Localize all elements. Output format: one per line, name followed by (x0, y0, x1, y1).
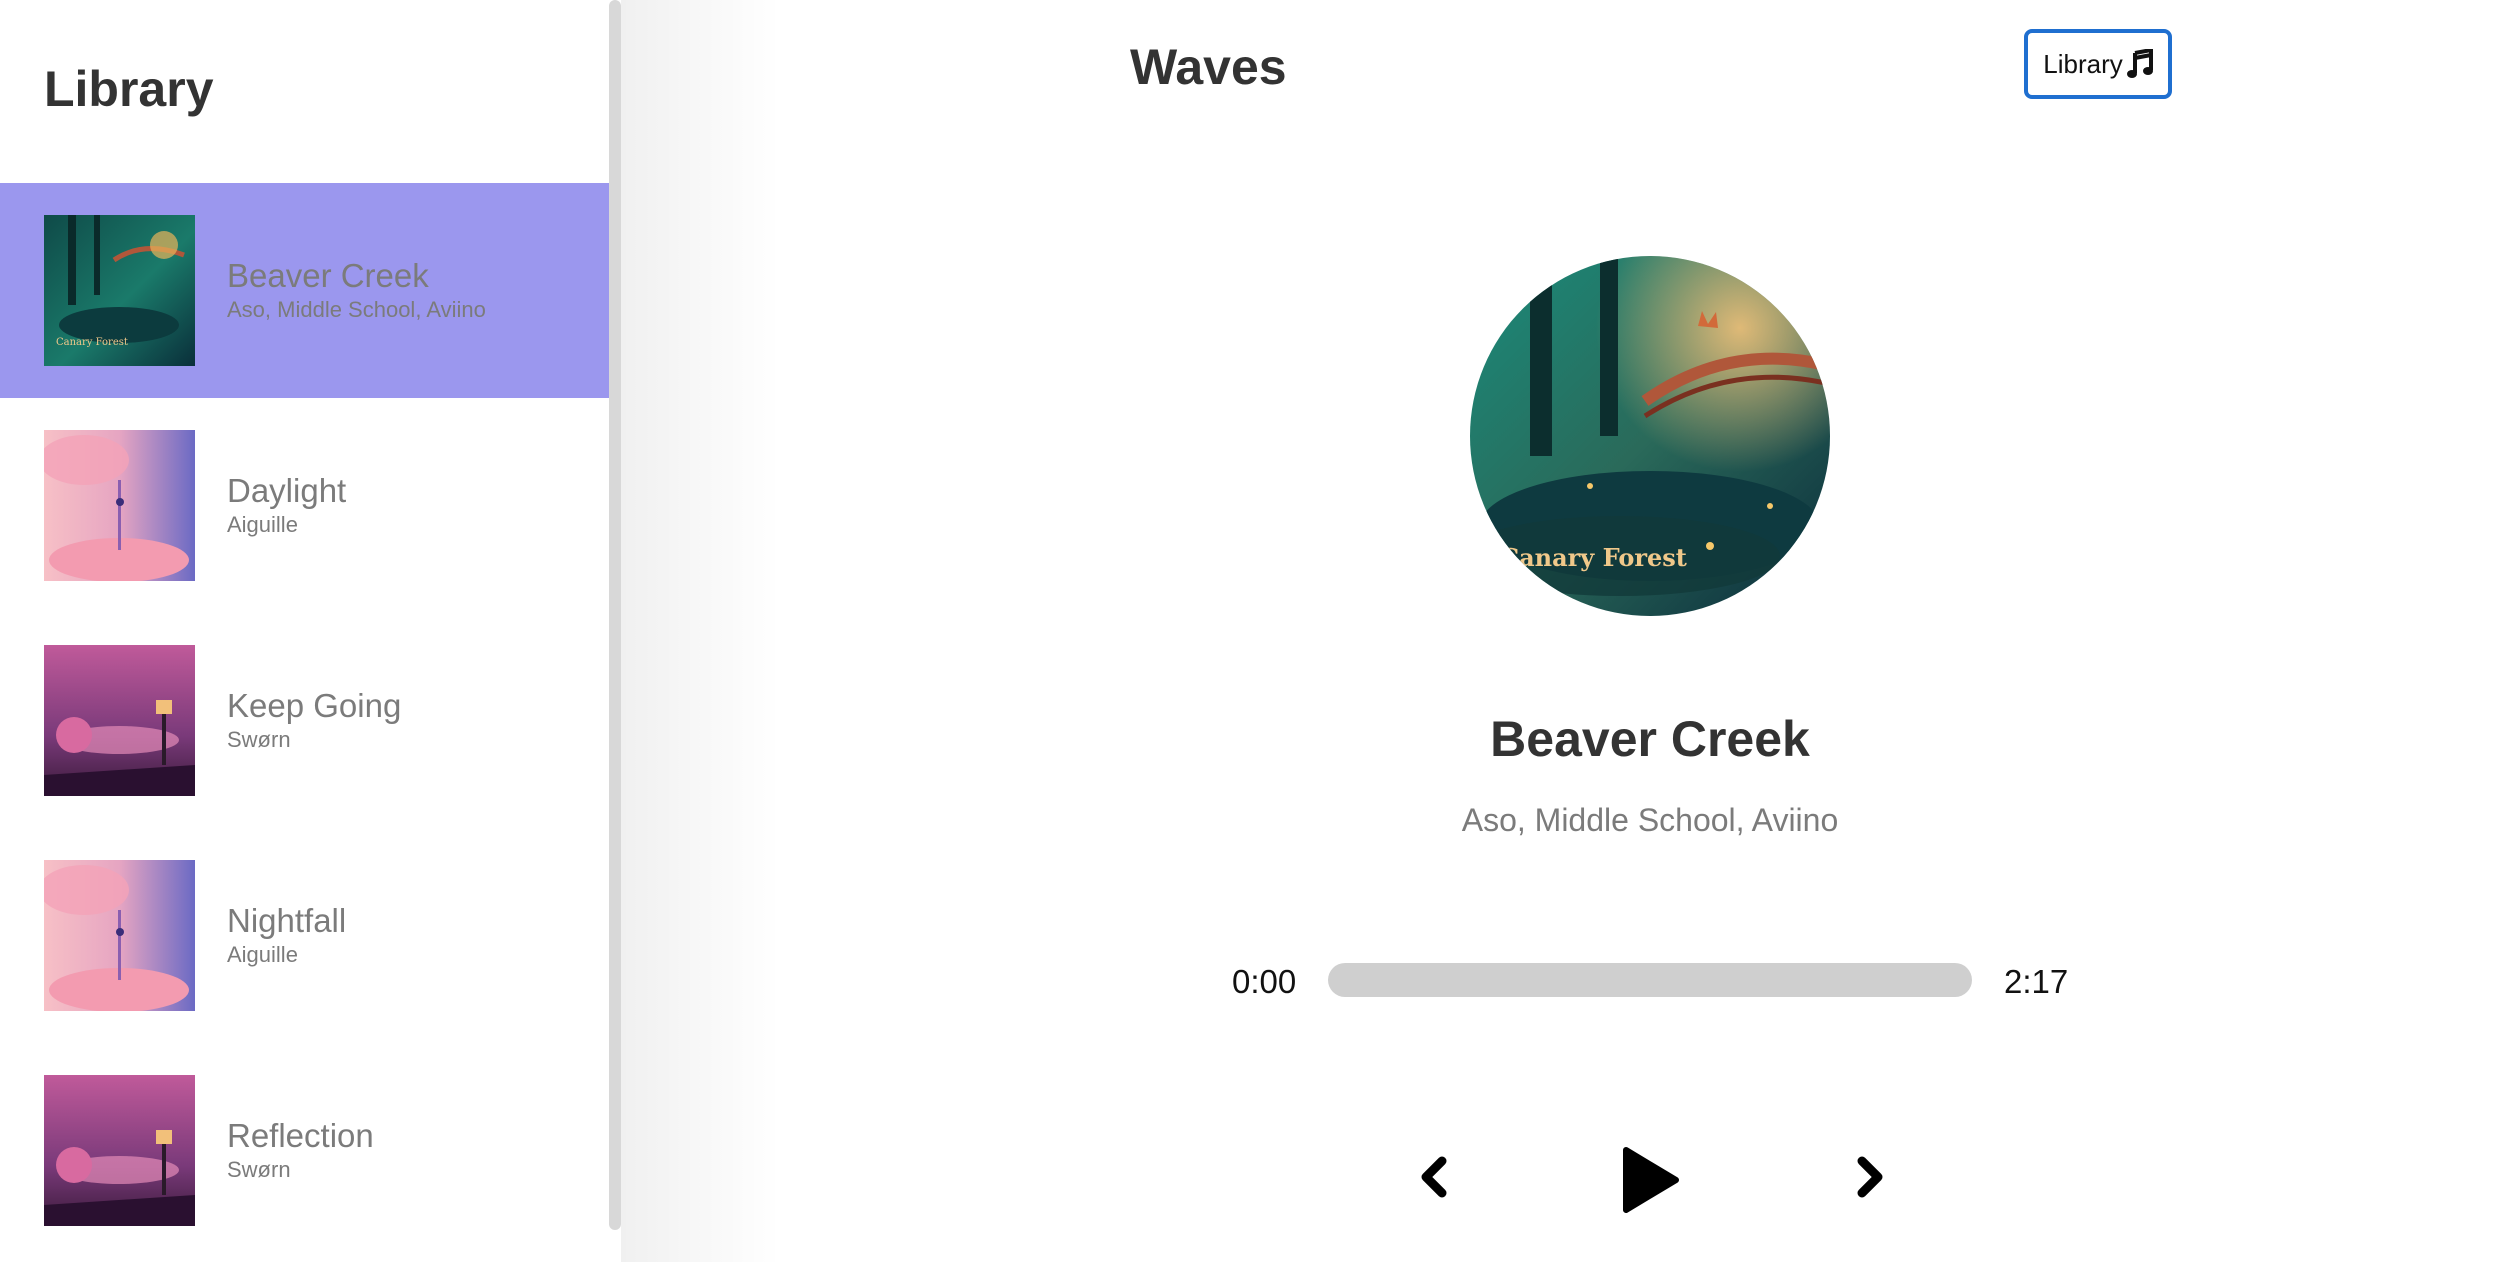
now-playing-artist: Aso, Middle School, Aviino (1461, 802, 1839, 838)
library-title: Library (44, 61, 214, 117)
play-button[interactable] (1610, 1140, 1690, 1220)
album-cover (44, 1075, 195, 1226)
library-sidebar: Library Canary Forest Beaver Creek Aso, … (0, 0, 611, 1262)
prev-chevron-icon (1421, 1156, 1447, 1198)
now-playing-title: Beaver Creek (1490, 711, 1810, 767)
svg-text:Canary Forest: Canary Forest (56, 337, 128, 348)
song-name: Daylight (227, 472, 347, 510)
song-item-daylight[interactable]: Daylight Aiguille (0, 398, 611, 613)
song-item-nightfall[interactable]: Nightfall Aiguille (0, 828, 611, 1043)
song-name: Keep Going (227, 687, 402, 725)
previous-button[interactable] (1408, 1150, 1458, 1204)
album-cover (44, 430, 195, 581)
song-artist: Aiguille (227, 941, 298, 967)
song-artist: Swørn (227, 726, 291, 752)
current-time: 0:00 (1232, 963, 1297, 1000)
library-button-label: Library (2043, 48, 2123, 79)
song-item-reflection[interactable]: Reflection Swørn (0, 1043, 611, 1258)
app-title: Waves (1130, 39, 1287, 95)
song-artist: Aso, Middle School, Aviino (227, 296, 486, 322)
music-note-icon (2126, 49, 2153, 79)
song-name: Nightfall (227, 902, 347, 940)
song-artist: Aiguille (227, 511, 298, 537)
sidebar-scrollbar[interactable] (609, 0, 621, 1230)
next-chevron-icon (1857, 1156, 1883, 1198)
play-icon (1623, 1147, 1679, 1213)
album-cover (44, 645, 195, 796)
now-playing-cover: Canary Forest (1470, 256, 1830, 616)
album-cover (44, 860, 195, 1011)
song-item-keep-going[interactable]: Keep Going Swørn (0, 613, 611, 828)
library-toggle-button[interactable]: Library (2024, 29, 2172, 99)
total-time: 2:17 (2004, 963, 2069, 1000)
song-name: Reflection (227, 1117, 374, 1155)
song-name: Beaver Creek (227, 257, 429, 295)
song-item-beaver-creek[interactable]: Canary Forest Beaver Creek Aso, Middle S… (0, 183, 611, 398)
song-artist: Swørn (227, 1156, 291, 1182)
seek-bar[interactable] (1328, 963, 1972, 997)
album-cover: Canary Forest (44, 215, 195, 366)
song-list: Canary Forest Beaver Creek Aso, Middle S… (0, 183, 611, 1258)
svg-text:Canary Forest: Canary Forest (1500, 543, 1687, 572)
next-button[interactable] (1846, 1150, 1896, 1204)
